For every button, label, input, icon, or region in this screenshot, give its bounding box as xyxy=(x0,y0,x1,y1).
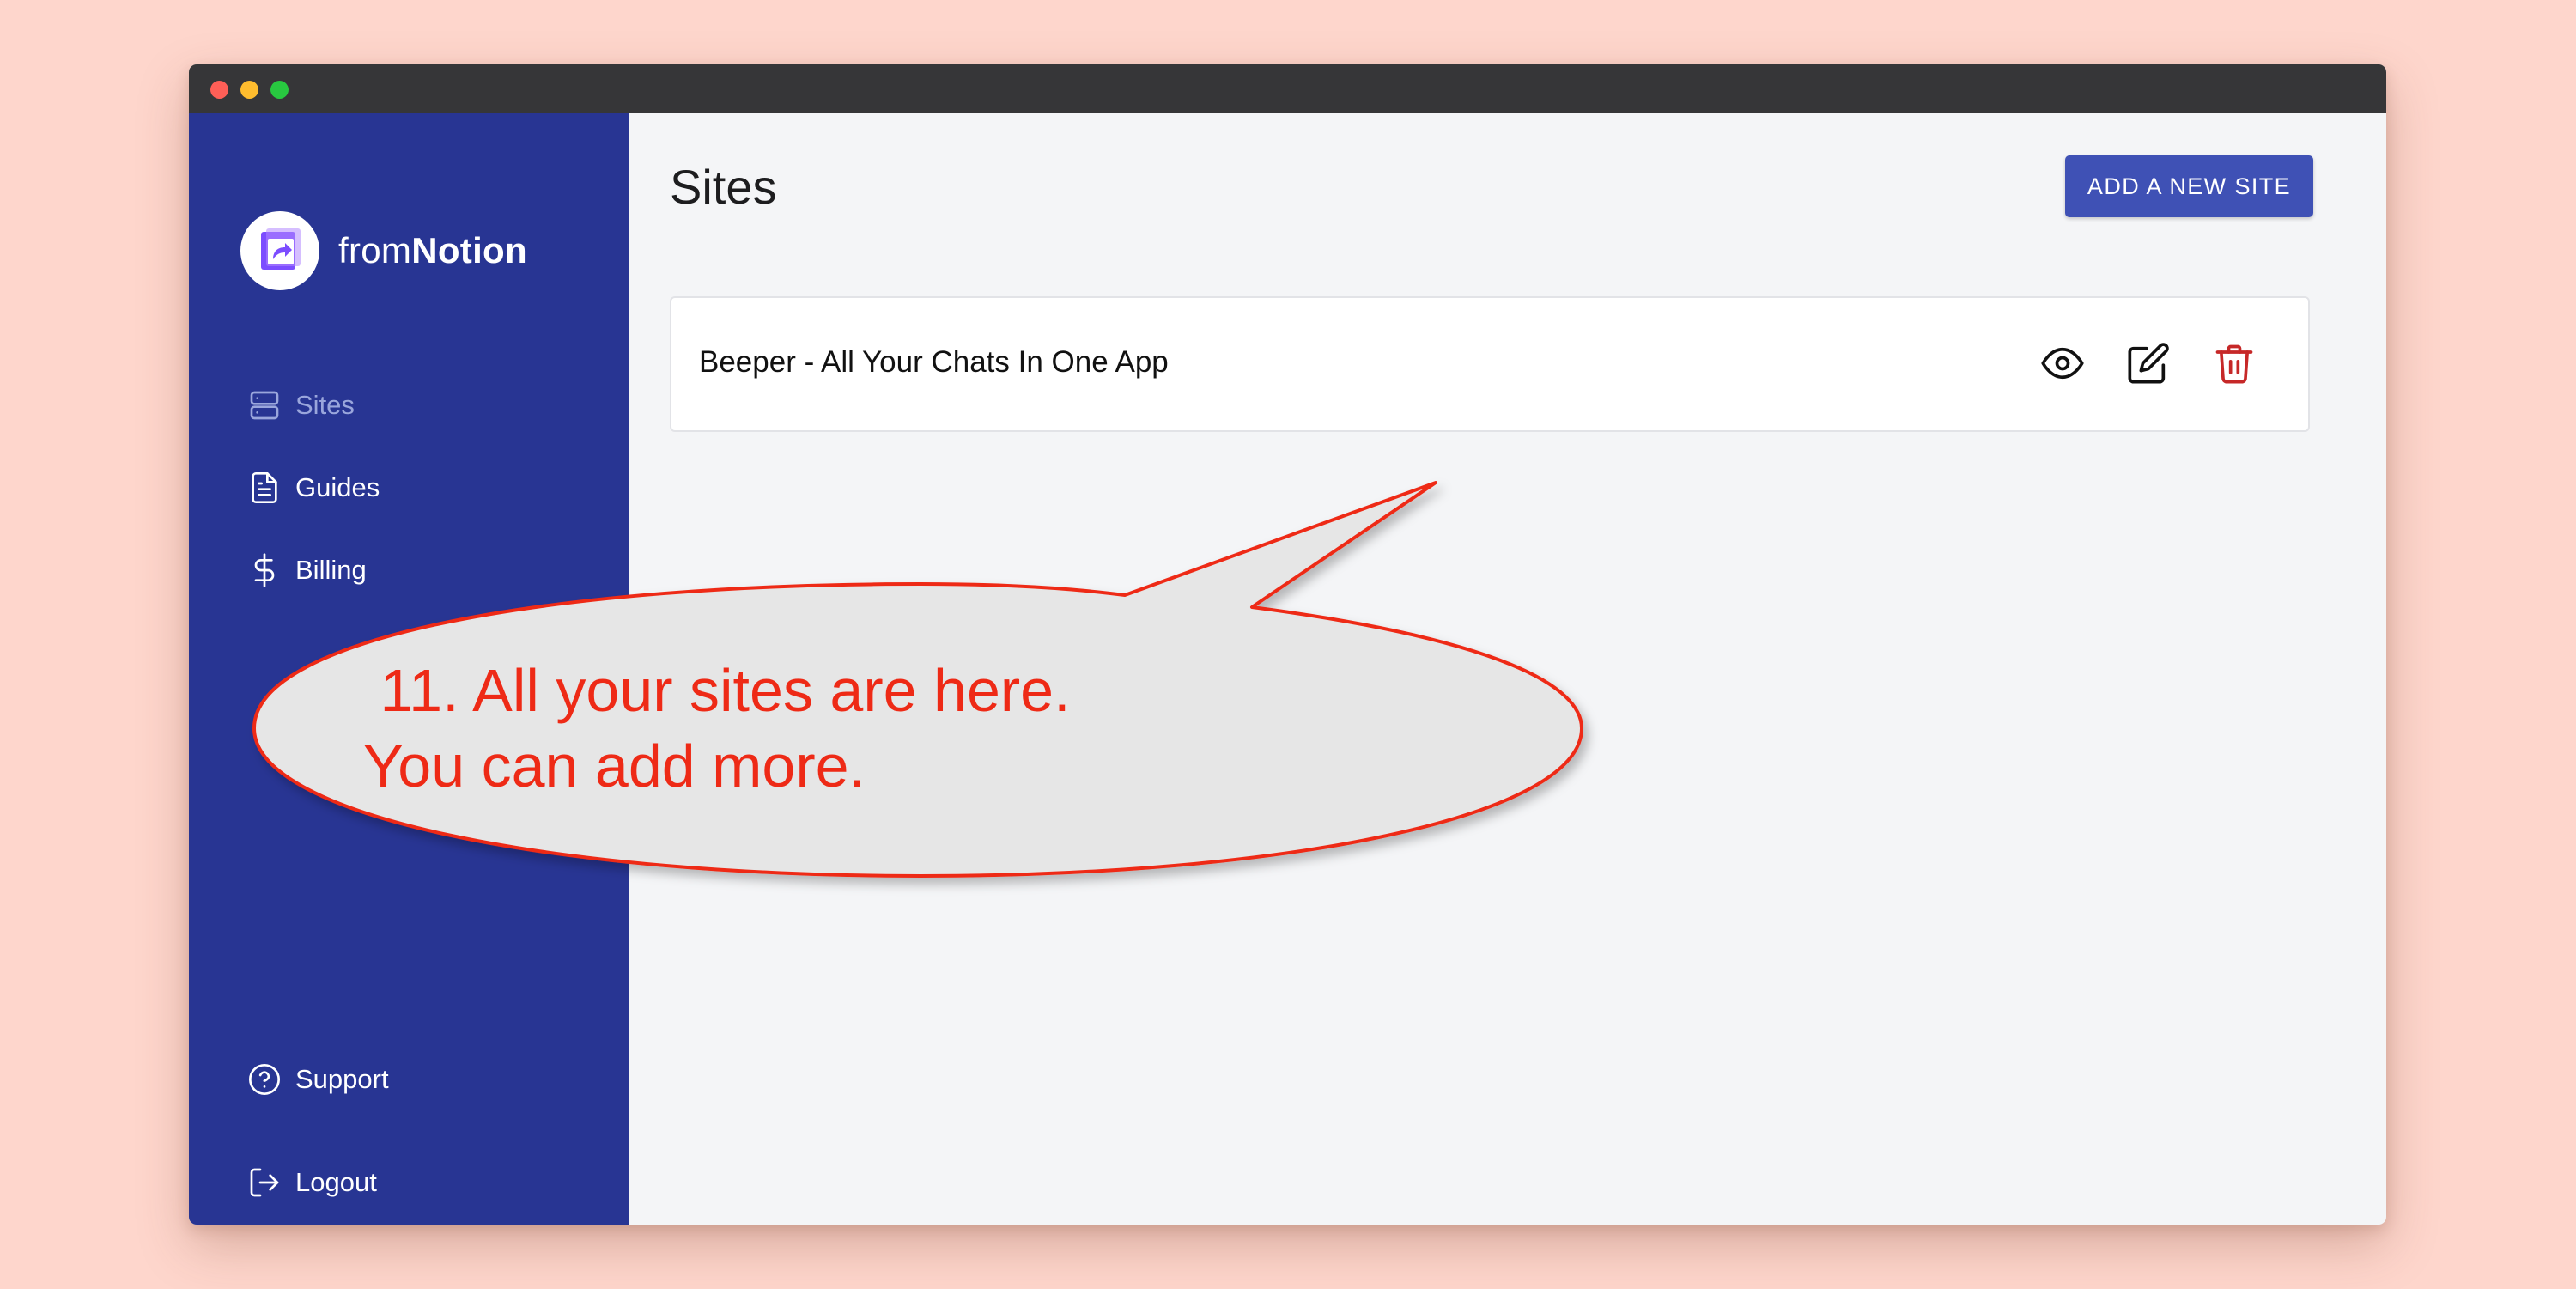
logout-icon xyxy=(247,1165,282,1200)
sidebar-item-guides[interactable]: Guides xyxy=(247,466,380,509)
fromnotion-logo-icon xyxy=(240,211,319,290)
edit-icon[interactable] xyxy=(2126,341,2171,386)
browser-window: fromNotion Sites Guides Billing Support … xyxy=(189,64,2386,1225)
maximize-window-button[interactable] xyxy=(270,81,289,99)
sidebar-item-logout[interactable]: Logout xyxy=(247,1161,377,1204)
site-actions xyxy=(2040,341,2257,386)
brand[interactable]: fromNotion xyxy=(240,211,527,290)
window-titlebar xyxy=(189,64,2386,113)
sidebar-item-label: Logout xyxy=(295,1167,377,1197)
page-title: Sites xyxy=(670,160,777,214)
brand-name-bold: Notion xyxy=(411,230,527,271)
sidebar-item-label: Guides xyxy=(295,472,380,502)
sidebar: fromNotion Sites Guides Billing Support … xyxy=(189,113,629,1225)
sidebar-item-billing[interactable]: Billing xyxy=(247,549,367,592)
sidebar-item-sites[interactable]: Sites xyxy=(247,384,355,427)
sidebar-item-label: Billing xyxy=(295,555,367,585)
sidebar-item-label: Support xyxy=(295,1064,389,1094)
brand-name: fromNotion xyxy=(338,230,527,271)
sidebar-item-support[interactable]: Support xyxy=(247,1058,389,1101)
dollar-icon xyxy=(247,553,282,587)
close-window-button[interactable] xyxy=(210,81,228,99)
sidebar-item-label: Sites xyxy=(295,390,355,420)
trash-icon[interactable] xyxy=(2212,341,2257,386)
server-icon xyxy=(247,388,282,423)
brand-name-prefix: from xyxy=(338,230,412,271)
question-circle-icon xyxy=(247,1062,282,1097)
add-new-site-button[interactable]: ADD A NEW SITE xyxy=(2065,155,2313,217)
minimize-window-button[interactable] xyxy=(240,81,258,99)
site-card[interactable]: Beeper - All Your Chats In One App xyxy=(670,296,2310,432)
site-name[interactable]: Beeper - All Your Chats In One App xyxy=(699,345,1169,380)
eye-icon[interactable] xyxy=(2040,341,2085,386)
document-icon xyxy=(247,471,282,505)
